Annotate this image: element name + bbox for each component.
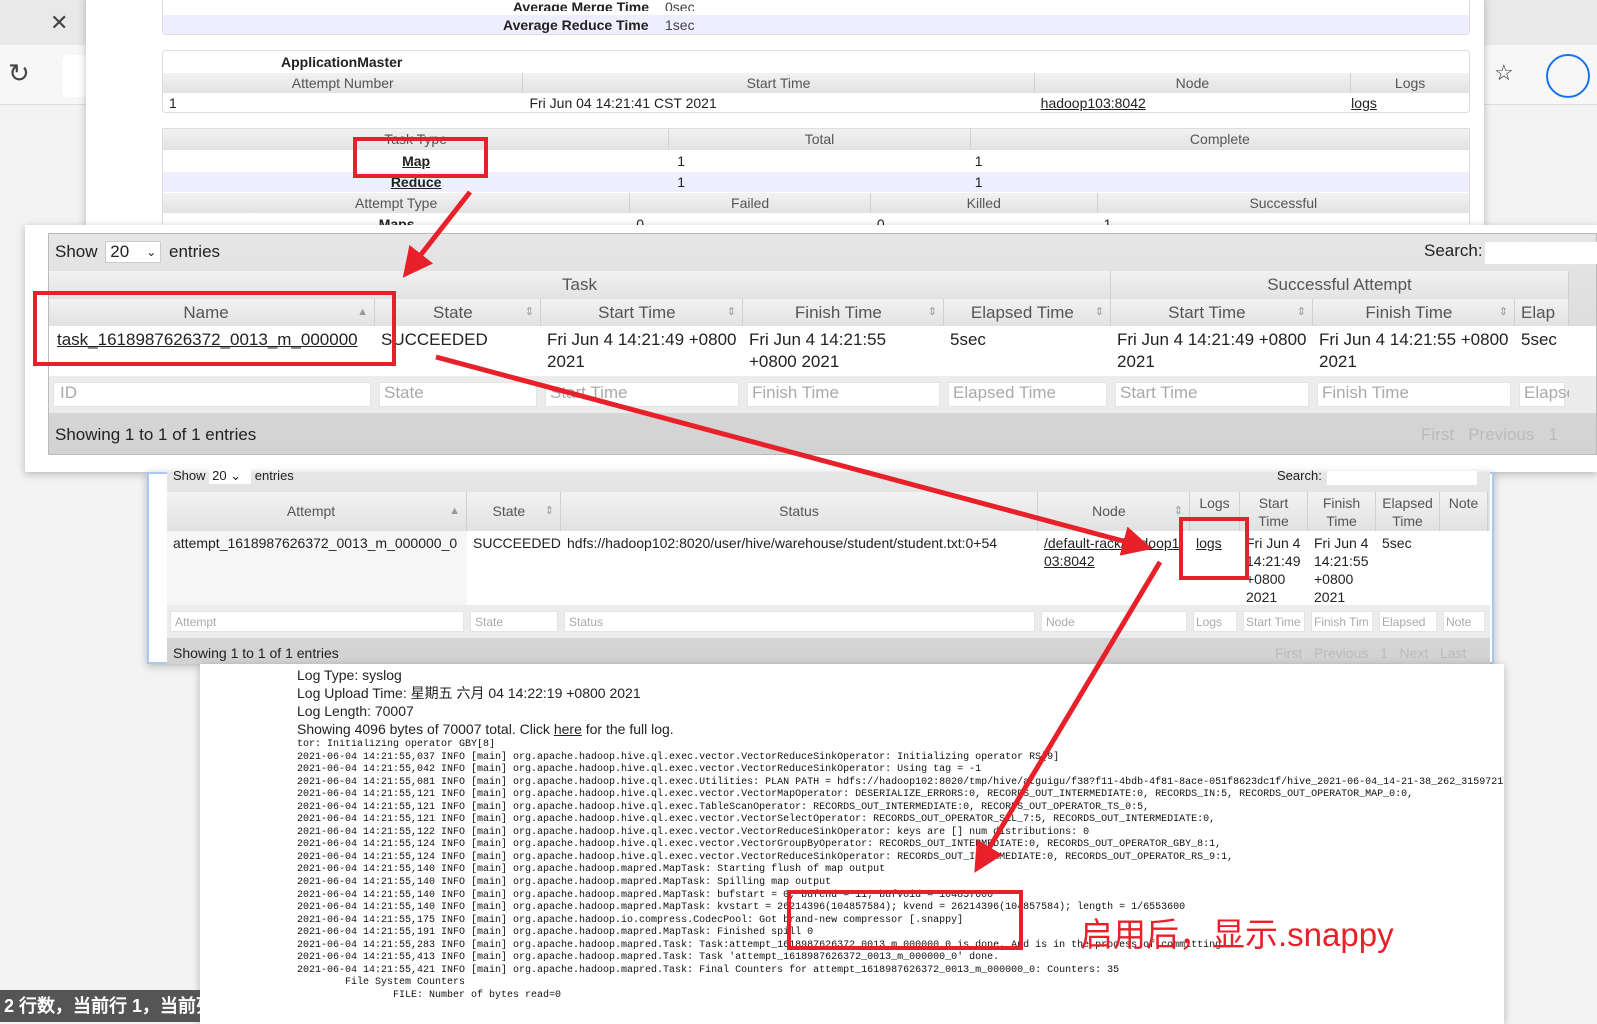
annotation-text: 启用后，显示.snappy: [1080, 916, 1394, 953]
arrow-logs-to-log: [974, 560, 1163, 873]
arrow-task-to-attempt: [435, 354, 1153, 556]
arrow-map-to-task: [402, 190, 472, 278]
annotation-arrows: [402, 190, 1163, 873]
